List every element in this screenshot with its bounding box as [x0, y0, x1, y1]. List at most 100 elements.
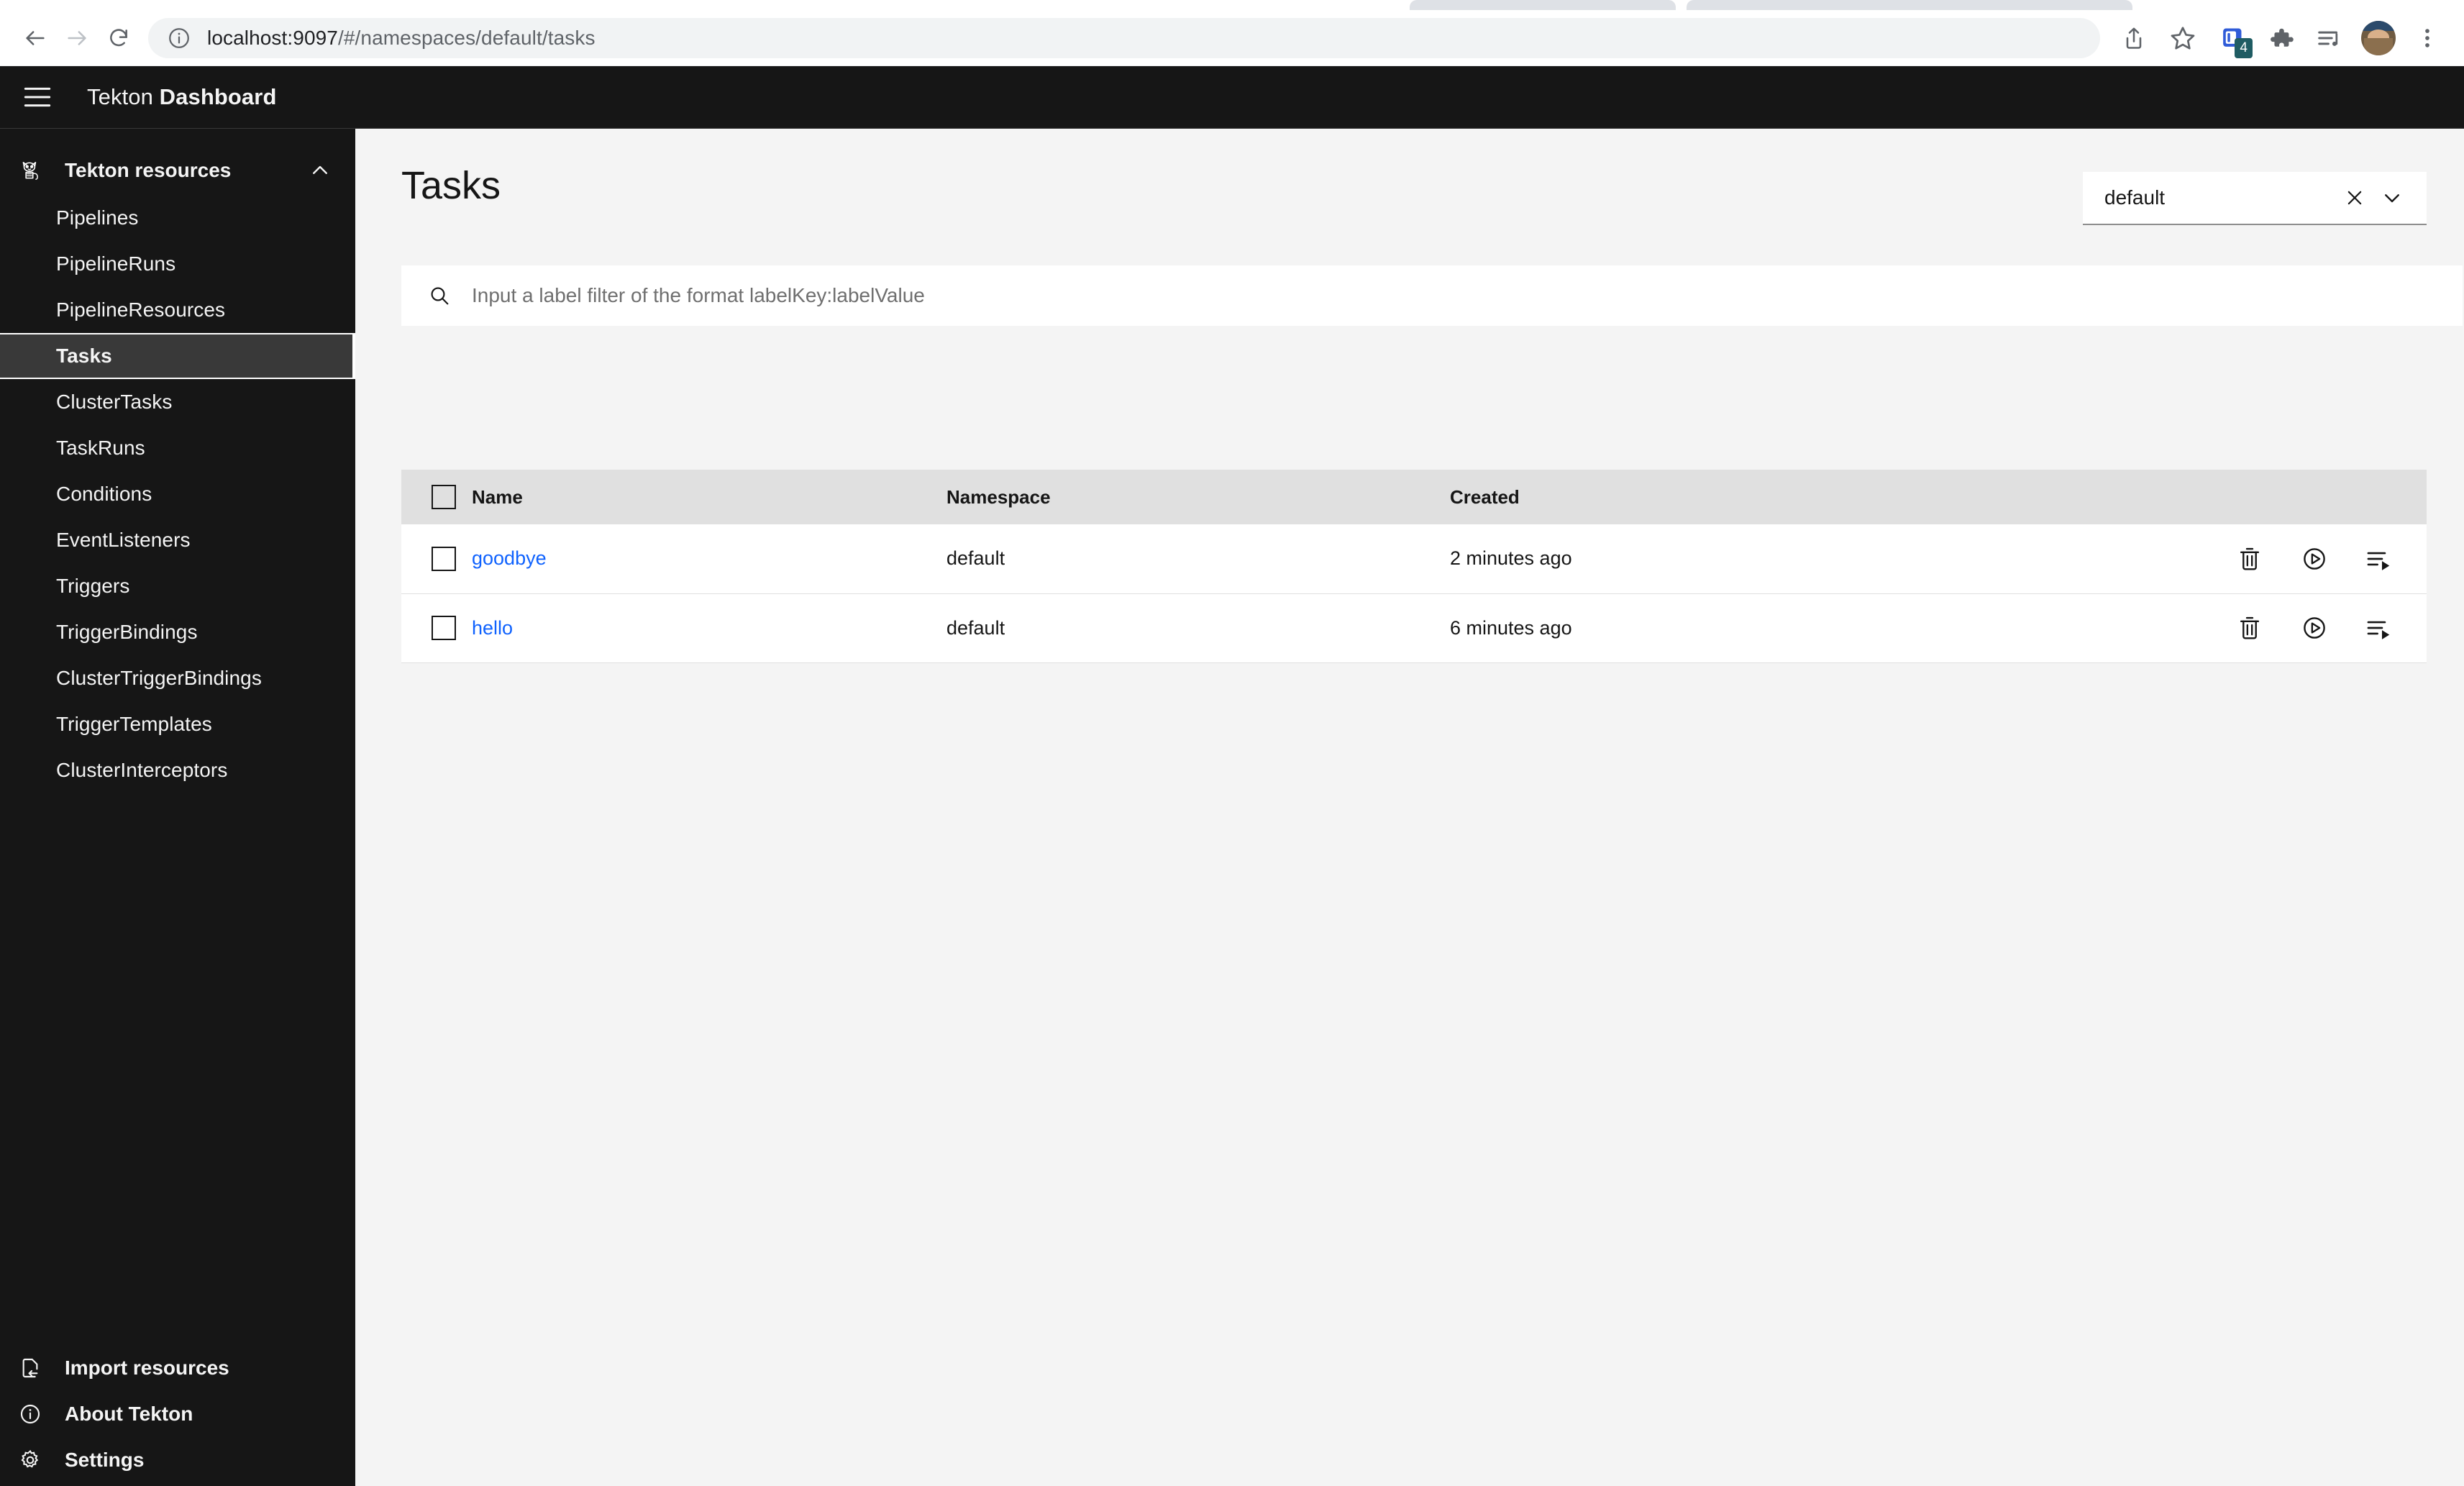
sidebar-item-pipelineruns[interactable]: PipelineRuns — [0, 241, 355, 287]
main-content: Tasks default Input a label filter of th… — [355, 129, 2464, 1486]
gear-icon — [14, 1449, 46, 1472]
avatar[interactable] — [2361, 20, 2396, 55]
back-arrow-icon[interactable] — [14, 17, 56, 59]
run-icon[interactable] — [2299, 612, 2330, 644]
app-title[interactable]: Tekton Dashboard — [87, 84, 276, 110]
select-all-checkbox-cell[interactable] — [401, 470, 472, 524]
row-checkbox-cell[interactable] — [401, 593, 472, 663]
search-input[interactable] — [472, 265, 2441, 326]
browser-toolbar: localhost:9097/#/namespaces/default/task… — [0, 10, 2464, 66]
row-checkbox-cell[interactable] — [401, 524, 472, 594]
sidebar-section-tekton-resources[interactable]: Tekton resources — [0, 146, 355, 195]
create-taskrun-icon[interactable] — [2363, 612, 2395, 644]
select-all-checkbox[interactable] — [432, 485, 456, 510]
browser-chrome: localhost:9097/#/namespaces/default/task… — [0, 0, 2464, 66]
sidebar-items: Pipelines PipelineRuns PipelineResources Ta… — [0, 195, 355, 793]
sidebar-item-label: Conditions — [56, 483, 152, 505]
delete-icon[interactable] — [2234, 543, 2265, 575]
browser-menu-icon[interactable] — [2405, 16, 2450, 60]
import-document-icon — [14, 1357, 46, 1380]
sidebar-item-pipelineresources[interactable]: PipelineResources — [0, 287, 355, 333]
sidebar-item-conditions[interactable]: Conditions — [0, 471, 355, 517]
info-circle-icon — [14, 1403, 46, 1426]
column-header-created[interactable]: Created — [1450, 470, 2097, 524]
column-header-namespace[interactable]: Namespace — [946, 470, 1450, 524]
create-taskrun-icon[interactable] — [2363, 543, 2395, 575]
hamburger-menu-icon[interactable] — [6, 66, 68, 129]
sidebar-item-taskruns[interactable]: TaskRuns — [0, 425, 355, 471]
sidebar-bottom-label: Settings — [65, 1449, 145, 1471]
sidebar-item-label: Pipelines — [56, 206, 139, 229]
row-action-group — [2097, 612, 2427, 644]
profile-avatar[interactable] — [2356, 16, 2401, 60]
row-checkbox[interactable] — [432, 546, 456, 571]
cell-created: 2 minutes ago — [1450, 524, 2097, 594]
sidebar-item-label: ClusterTriggerBindings — [56, 667, 262, 689]
tekton-cat-logo-icon — [14, 158, 46, 183]
reload-icon[interactable] — [98, 17, 140, 59]
app-title-bold: Dashboard — [159, 84, 277, 109]
sidebar-item-settings[interactable]: Settings — [0, 1437, 355, 1483]
sidebar-section-label: Tekton resources — [65, 159, 232, 181]
app-header: Tekton Dashboard — [0, 66, 2464, 129]
sidebar-item-label: PipelineResources — [56, 298, 226, 321]
site-info-icon[interactable] — [167, 26, 191, 50]
delete-icon[interactable] — [2234, 612, 2265, 644]
omnibox[interactable]: localhost:9097/#/namespaces/default/task… — [148, 17, 2100, 58]
tasks-table-body: goodbye default 2 minutes ago hello default 6… — [401, 524, 2427, 663]
extension-pocket-icon[interactable]: 4 — [2209, 16, 2254, 60]
sidebar-item-tasks[interactable]: Tasks — [0, 333, 355, 379]
sidebar-item-triggers[interactable]: Triggers — [0, 563, 355, 609]
table-row[interactable]: hello default 6 minutes ago — [401, 593, 2427, 663]
sidebar-item-about-tekton[interactable]: About Tekton — [0, 1391, 355, 1437]
run-icon[interactable] — [2299, 543, 2330, 575]
bookmark-star-icon[interactable] — [2160, 16, 2205, 60]
task-name-link[interactable]: goodbye — [472, 547, 547, 569]
sidebar-bottom-label: About Tekton — [65, 1403, 193, 1425]
chevron-down-icon[interactable] — [2373, 179, 2411, 216]
share-icon[interactable] — [2112, 16, 2156, 60]
row-action-group — [2097, 543, 2427, 575]
sidebar-item-clustertriggerbindings[interactable]: ClusterTriggerBindings — [0, 655, 355, 701]
omnibox-path: /#/namespaces/default/tasks — [337, 26, 596, 49]
close-x-icon[interactable] — [2336, 179, 2373, 216]
sidebar-item-label: Tasks — [56, 345, 112, 367]
omnibox-url-text: localhost:9097/#/namespaces/default/task… — [207, 27, 596, 50]
chevron-up-icon[interactable] — [309, 160, 331, 181]
media-playlist-icon[interactable] — [2307, 16, 2352, 60]
sidebar-item-label: ClusterTasks — [56, 391, 173, 413]
browser-tab-strip[interactable] — [0, 0, 2464, 10]
sidebar-item-clustertasks[interactable]: ClusterTasks — [0, 379, 355, 425]
sidebar-item-import-resources[interactable]: Import resources — [0, 1345, 355, 1391]
search-icon — [423, 284, 456, 307]
cell-name: goodbye — [472, 524, 946, 594]
sidebar-item-label: TriggerBindings — [56, 621, 198, 643]
label-filter-bar[interactable] — [401, 265, 2463, 326]
sidebar-item-label: PipelineRuns — [56, 252, 176, 275]
main-header-row: Tasks default — [401, 129, 2427, 225]
sidebar-item-eventlisteners[interactable]: EventListeners — [0, 517, 355, 563]
sidebar-item-label: EventListeners — [56, 529, 191, 551]
cell-created: 6 minutes ago — [1450, 593, 2097, 663]
sidebar-item-clusterinterceptors[interactable]: ClusterInterceptors — [0, 747, 355, 793]
sidebar-item-triggertemplates[interactable]: TriggerTemplates — [0, 701, 355, 747]
browser-tab-active[interactable] — [1687, 0, 2132, 10]
sidebar-item-triggerbindings[interactable]: TriggerBindings — [0, 609, 355, 655]
cell-actions — [2097, 524, 2427, 594]
tasks-table: Name Namespace Created goodbye default 2 m… — [401, 470, 2427, 663]
namespace-select[interactable]: default — [2083, 172, 2427, 225]
column-header-name[interactable]: Name — [472, 470, 946, 524]
app-title-light: Tekton — [87, 84, 160, 109]
sidebar-item-label: TriggerTemplates — [56, 713, 212, 735]
sidebar-item-pipelines[interactable]: Pipelines — [0, 195, 355, 241]
browser-tab[interactable] — [1410, 0, 1676, 10]
tasks-table-head: Name Namespace Created — [401, 470, 2427, 524]
row-checkbox[interactable] — [432, 616, 456, 640]
forward-arrow-icon[interactable] — [56, 17, 98, 59]
namespace-select-value: default — [2104, 186, 2166, 209]
task-name-link[interactable]: hello — [472, 617, 513, 639]
extensions-puzzle-icon[interactable] — [2258, 16, 2303, 60]
table-row[interactable]: goodbye default 2 minutes ago — [401, 524, 2427, 594]
sidebar-item-label: TaskRuns — [56, 437, 145, 459]
sidebar-item-label: ClusterInterceptors — [56, 759, 228, 781]
